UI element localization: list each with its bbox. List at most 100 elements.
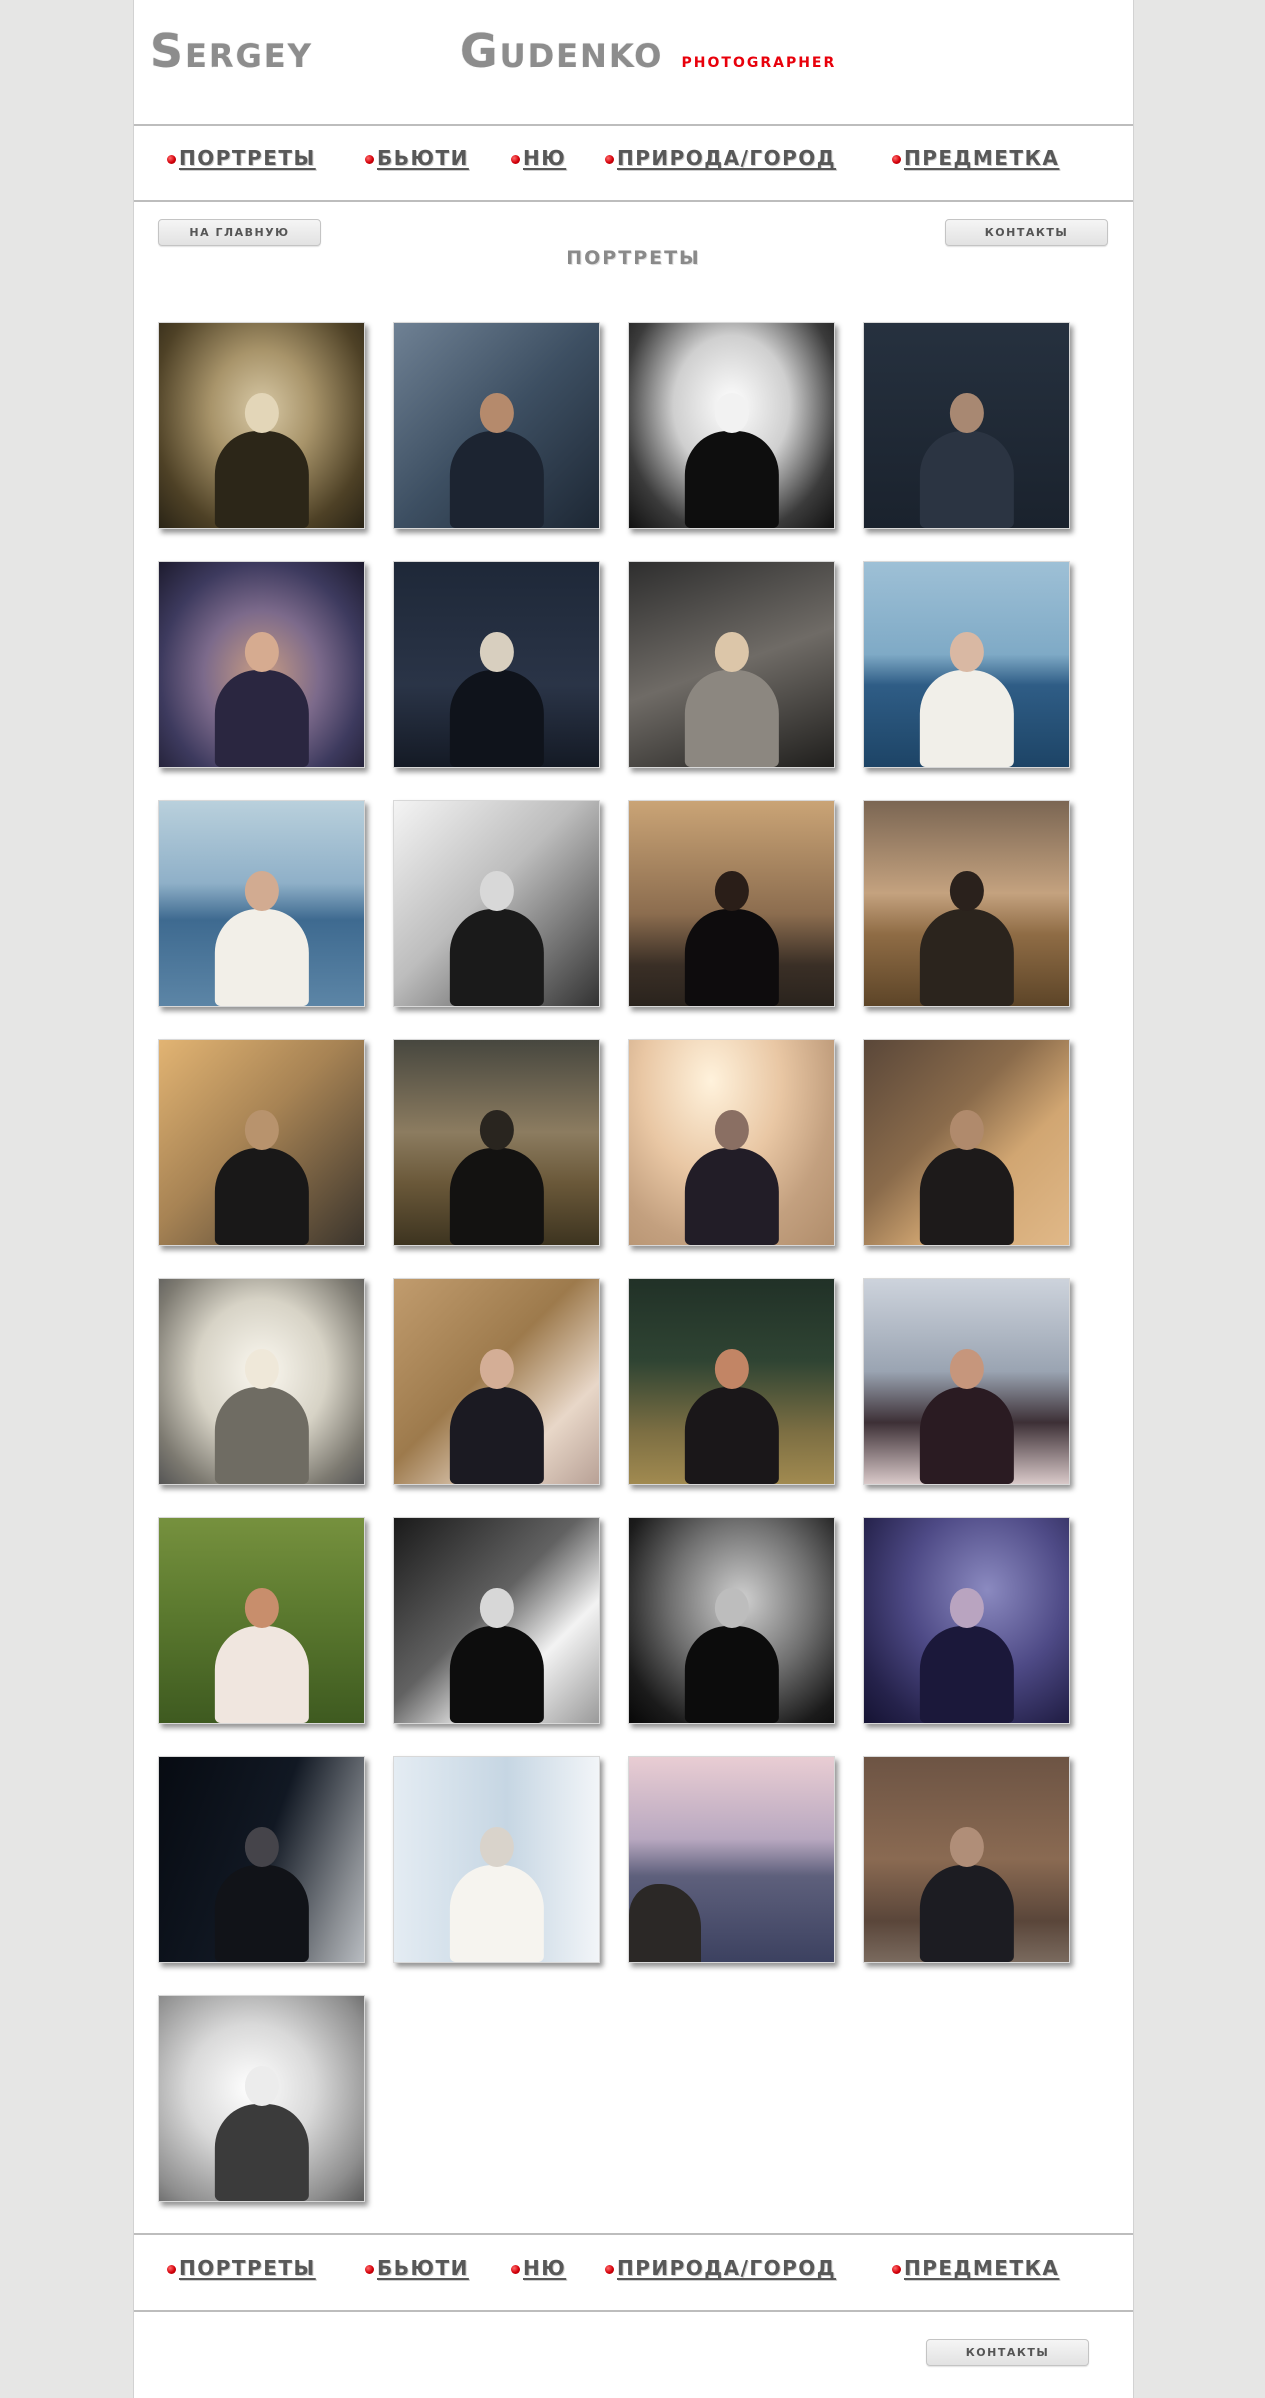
subject-head [714, 1109, 749, 1151]
gallery-thumbnail[interactable] [158, 322, 365, 529]
subject-head [949, 1587, 984, 1629]
gallery-thumbnail[interactable] [863, 1039, 1070, 1246]
subject-body [684, 1147, 779, 1245]
bullet-dot-icon [167, 154, 176, 164]
brand-last-name: Gudenko [460, 24, 664, 78]
subject-figure [449, 1348, 544, 1484]
subject-body [449, 1147, 544, 1245]
nav-link-still-life[interactable]: ПРЕДМЕТКА [892, 2256, 1059, 2280]
subject-body [214, 2103, 309, 2201]
gallery-thumbnail[interactable] [158, 1995, 365, 2202]
gallery-thumbnail[interactable] [158, 561, 365, 768]
gallery-thumbnail[interactable] [393, 1278, 600, 1485]
nav-link-label: ПОРТРЕТЫ [179, 146, 316, 170]
subject-head [479, 1587, 514, 1629]
subject-body [919, 908, 1014, 1006]
gallery-thumbnail[interactable] [393, 322, 600, 529]
subject-head [714, 1587, 749, 1629]
nav-link-beauty[interactable]: БЬЮТИ [365, 146, 469, 170]
subject-head [479, 1348, 514, 1390]
gallery-thumbnail[interactable] [863, 561, 1070, 768]
subject-head [714, 870, 749, 912]
gallery-thumbnail[interactable] [628, 1278, 835, 1485]
subject-figure [449, 1587, 544, 1723]
nav-link-label: БЬЮТИ [377, 146, 469, 170]
subject-head [244, 631, 279, 673]
nav-link-nude[interactable]: НЮ [511, 2256, 566, 2280]
subject-body [214, 1864, 309, 1962]
nav-link-label: НЮ [523, 2256, 567, 2280]
gallery-thumbnail[interactable] [628, 561, 835, 768]
gallery-thumbnail[interactable] [158, 1039, 365, 1246]
subject-figure [214, 870, 309, 1006]
gallery-thumbnail[interactable] [158, 1756, 365, 1963]
gallery-thumbnail[interactable] [393, 561, 600, 768]
gallery-thumbnail[interactable] [628, 1039, 835, 1246]
subject-head [479, 870, 514, 912]
photo-gallery [158, 322, 1078, 2202]
subject-body [684, 1386, 779, 1484]
subject-figure [919, 870, 1014, 1006]
contacts-button-footer[interactable]: КОНТАКТЫ [926, 2339, 1089, 2366]
nav-link-portraits[interactable]: ПОРТРЕТЫ [167, 2256, 316, 2280]
subject-head [714, 1348, 749, 1390]
gallery-thumbnail[interactable] [628, 322, 835, 529]
bullet-dot-icon [511, 2264, 520, 2274]
gallery-thumbnail[interactable] [628, 800, 835, 1007]
gallery-thumbnail[interactable] [863, 322, 1070, 529]
subject-head [244, 1826, 279, 1868]
subject-figure [449, 870, 544, 1006]
subject-head [479, 392, 514, 434]
subject-head [949, 392, 984, 434]
gallery-thumbnail[interactable] [863, 800, 1070, 1007]
bullet-dot-icon [892, 154, 901, 164]
gallery-thumbnail[interactable] [158, 1517, 365, 1724]
gallery-thumbnail[interactable] [863, 1756, 1070, 1963]
subject-figure [449, 1826, 544, 1962]
subject-body [919, 1386, 1014, 1484]
subject-figure [919, 392, 1014, 528]
gallery-thumbnail[interactable] [628, 1517, 835, 1724]
home-button[interactable]: НА ГЛАВНУЮ [158, 219, 321, 246]
brand-tagline: photographer [681, 55, 837, 71]
subject-figure [214, 2065, 309, 2201]
contacts-button[interactable]: КОНТАКТЫ [945, 219, 1108, 246]
subject-body [919, 430, 1014, 528]
bullet-dot-icon [365, 154, 374, 164]
bullet-dot-icon [892, 2264, 901, 2274]
nav-link-beauty[interactable]: БЬЮТИ [365, 2256, 469, 2280]
gallery-thumbnail[interactable] [393, 800, 600, 1007]
subject-head [949, 631, 984, 673]
nav-link-portraits[interactable]: ПОРТРЕТЫ [167, 146, 316, 170]
subject-figure [919, 631, 1014, 767]
nav-link-nature-city[interactable]: ПРИРОДА/ГОРОД [605, 146, 836, 170]
gallery-thumbnail[interactable] [158, 800, 365, 1007]
divider [134, 200, 1133, 202]
gallery-thumbnail[interactable] [863, 1278, 1070, 1485]
nav-link-label: ПРИРОДА/ГОРОД [617, 2256, 837, 2280]
subject-figure [919, 1587, 1014, 1723]
gallery-thumbnail[interactable] [393, 1517, 600, 1724]
subject-body [919, 1147, 1014, 1245]
subject-body [684, 430, 779, 528]
nav-link-nature-city[interactable]: ПРИРОДА/ГОРОД [605, 2256, 836, 2280]
subject-figure [214, 631, 309, 767]
nav-link-label: ПРИРОДА/ГОРОД [617, 146, 837, 170]
subject-figure [684, 1109, 779, 1245]
nav-link-label: ПРЕДМЕТКА [904, 146, 1060, 170]
subject-figure [449, 1109, 544, 1245]
nav-link-still-life[interactable]: ПРЕДМЕТКА [892, 146, 1059, 170]
gallery-thumbnail[interactable] [393, 1756, 600, 1963]
site-logo[interactable]: Sergey Gudenko photographer [150, 28, 836, 74]
bullet-dot-icon [605, 2264, 614, 2274]
nav-link-nude[interactable]: НЮ [511, 146, 566, 170]
gallery-thumbnail[interactable] [628, 1756, 835, 1963]
gallery-thumbnail[interactable] [863, 1517, 1070, 1724]
subject-figure [449, 392, 544, 528]
gallery-thumbnail[interactable] [158, 1278, 365, 1485]
subject-head [949, 870, 984, 912]
subject-figure [214, 392, 309, 528]
subject-head [244, 392, 279, 434]
subject-head [244, 1109, 279, 1151]
gallery-thumbnail[interactable] [393, 1039, 600, 1246]
